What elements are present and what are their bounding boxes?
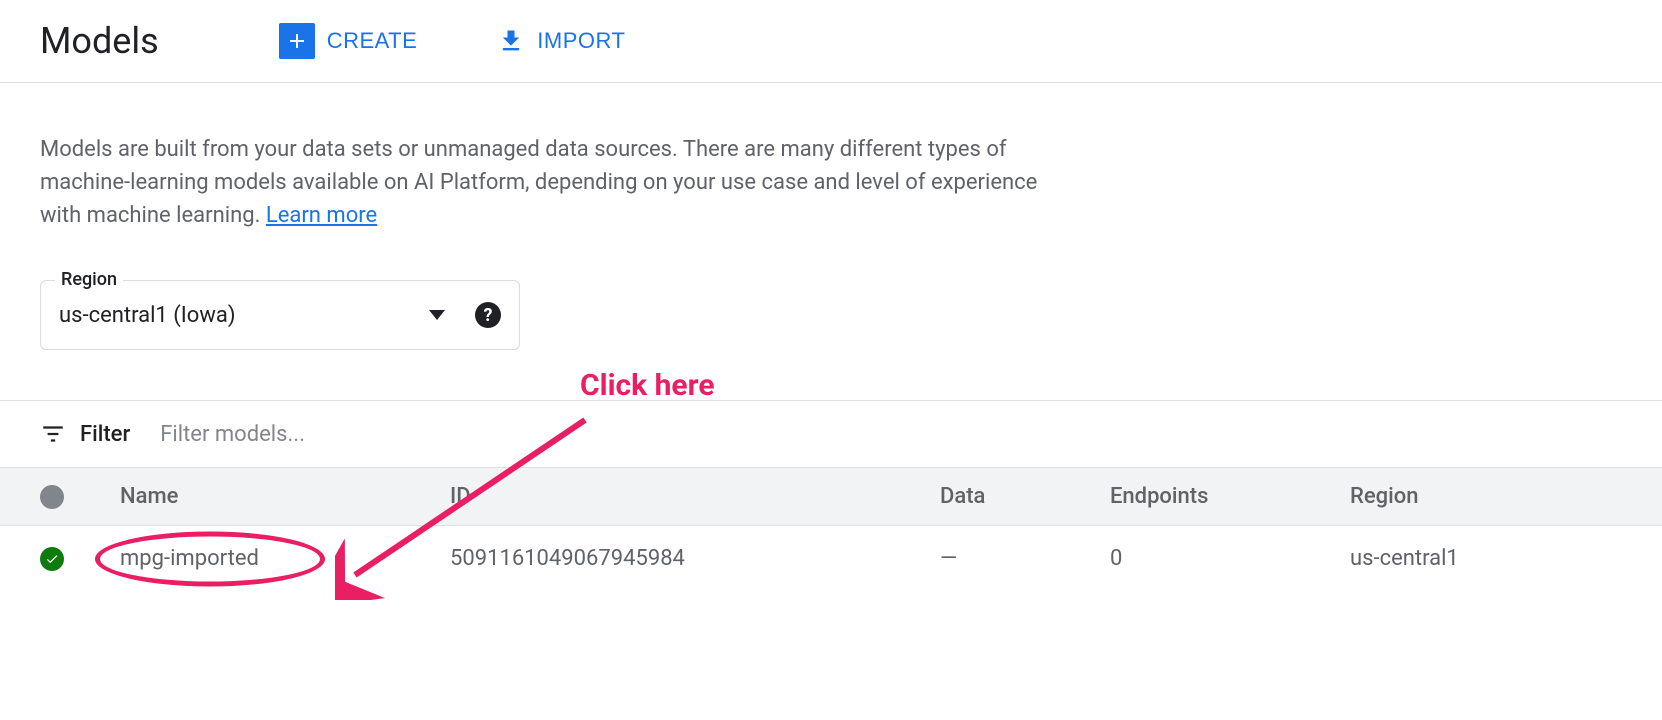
create-label: CREATE [327,28,418,54]
row-id: 5091161049067945984 [450,546,940,571]
table-header-id[interactable]: ID [450,484,940,509]
table-row: mpg-imported 5091161049067945984 — 0 us-… [0,526,1662,591]
filter-input[interactable]: Filter models... [160,422,305,447]
table-header-status [40,485,120,509]
row-name[interactable]: mpg-imported [120,546,450,571]
row-status [40,547,120,571]
chevron-down-icon [429,310,445,320]
region-selector[interactable]: Region us-central1 (Iowa) ? [40,280,520,350]
check-icon [40,547,64,571]
table-header-data[interactable]: Data [940,484,1110,509]
annotation-label: Click here [580,368,715,403]
filter-icon [40,421,66,447]
filter-bar: Filter Filter models... [0,400,1662,467]
row-region: us-central1 [1350,546,1622,571]
description-text: Models are built from your data sets or … [40,133,1060,232]
import-label: IMPORT [537,28,625,54]
page-header: Models CREATE IMPORT [0,0,1662,83]
import-button[interactable]: IMPORT [497,27,625,55]
models-table: Name ID Data Endpoints Region mpg-import… [0,467,1662,591]
filter-label: Filter [80,422,130,447]
annotation-text: Click here [580,368,715,403]
row-endpoints: 0 [1110,546,1350,571]
table-header-row: Name ID Data Endpoints Region [0,467,1662,526]
table-header-region[interactable]: Region [1350,484,1622,509]
page-title: Models [40,20,159,62]
plus-icon [279,23,315,59]
learn-more-link[interactable]: Learn more [266,203,377,228]
create-button[interactable]: CREATE [279,23,418,59]
table-header-endpoints[interactable]: Endpoints [1110,484,1350,509]
region-label: Region [55,269,123,290]
status-dot-icon [40,485,64,509]
row-data: — [940,546,1110,571]
table-header-name[interactable]: Name [120,484,450,509]
import-icon [497,27,525,55]
help-icon[interactable]: ? [475,302,501,328]
region-value: us-central1 (Iowa) [59,303,339,328]
